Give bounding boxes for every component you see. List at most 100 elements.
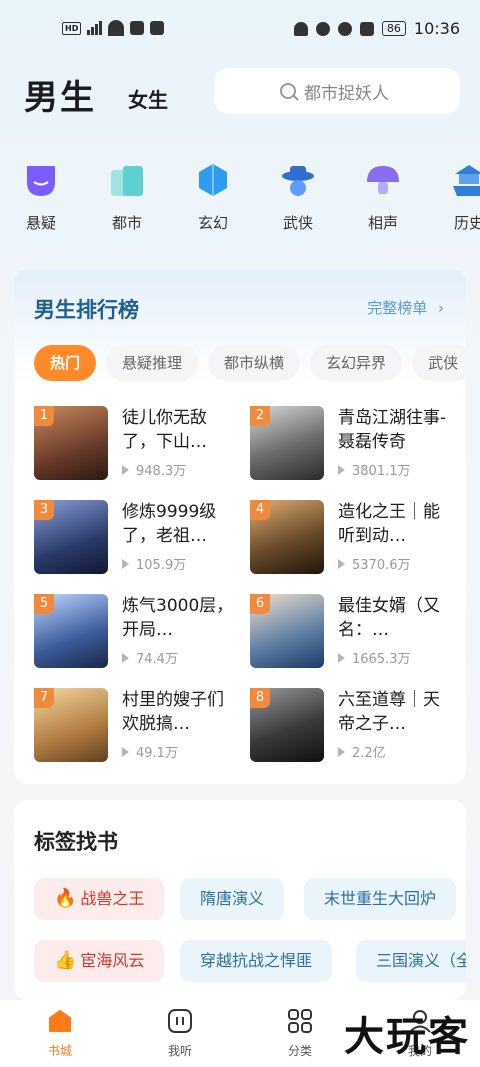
search-input[interactable]: 都市捉妖人 [214, 68, 460, 114]
search-placeholder: 都市捉妖人 [304, 83, 389, 104]
ranking-book[interactable]: 5 炼气3000层，开局… 74.4万 [34, 594, 244, 670]
tag-chip[interactable]: 👍 宦海风云 [34, 940, 165, 982]
play-count: 2.2亿 [338, 742, 386, 761]
book-title: 六至道尊｜天帝之子… [338, 690, 440, 734]
status-left: HD [62, 20, 165, 36]
book-title: 修炼9999级了，老祖… [122, 502, 217, 546]
signal-icon [87, 21, 103, 35]
mute-bell-icon [359, 21, 374, 36]
ranking-book[interactable]: 2 青岛江湖往事-聂磊传奇 3801.1万 [250, 406, 460, 482]
eye-icon [315, 21, 330, 36]
category-city[interactable]: 都市 [92, 160, 162, 233]
rank-number: 1 [34, 406, 54, 426]
nav-listen[interactable]: 我听 [140, 1008, 220, 1059]
book-title: 炼气3000层，开局… [122, 596, 234, 640]
battery-icon: 86 [381, 21, 406, 36]
full-ranking-label: 完整榜单 [367, 299, 428, 317]
play-count: 1665.3万 [338, 648, 411, 667]
category-label: 都市 [111, 214, 142, 232]
clock: 10:36 [413, 19, 460, 38]
ranking-book[interactable]: 7 村里的嫂子们欢脱搞… 49.1万 [34, 688, 244, 764]
play-icon [338, 559, 345, 569]
chevron-right-icon: › [438, 299, 444, 317]
rank-number: 4 [250, 500, 270, 520]
wifi-icon [108, 20, 125, 36]
tab-female[interactable]: 女生 [128, 84, 168, 113]
ranking-book[interactable]: 3 修炼9999级了，老祖… 105.9万 [34, 500, 244, 576]
mask-icon [27, 166, 55, 196]
book-title: 徒儿你无敌了，下山… [122, 408, 207, 452]
play-icon [338, 747, 345, 757]
status-bar: HD 86 10:36 [0, 0, 480, 58]
search-icon [280, 83, 296, 99]
book-title: 村里的嫂子们欢脱搞… [122, 690, 224, 734]
play-icon [122, 465, 129, 475]
category-crosstalk[interactable]: 相声 [348, 160, 418, 233]
alarm-icon [337, 21, 352, 36]
rank-number: 5 [34, 594, 54, 614]
ranking-book[interactable]: 1 徒儿你无敌了，下山… 948.3万 [34, 406, 244, 482]
nav-label: 书城 [47, 1044, 72, 1058]
rank-number: 2 [250, 406, 270, 426]
app-notify-icon [130, 21, 145, 35]
tag-search-card: 标签找书 🔥 战兽之王 隋唐演义 末世重生大回炉 👍 宦海风云 穿越抗战之悍匪 三国… [14, 800, 466, 1000]
city-icon [111, 166, 143, 196]
tag-chip[interactable]: 三国演义（全 [356, 940, 466, 982]
ranking-book[interactable]: 6 最佳女婿（又名：… 1665.3万 [250, 594, 460, 670]
category-label: 武侠 [282, 214, 313, 232]
category-label: 相声 [367, 214, 398, 232]
play-count: 5370.6万 [338, 554, 411, 573]
rank-number: 3 [34, 500, 54, 520]
tag-chip[interactable]: 🔥 战兽之王 [34, 878, 165, 920]
play-count: 74.4万 [122, 648, 178, 667]
status-right: 86 10:36 [293, 19, 460, 38]
tab-male[interactable]: 男生 [24, 70, 96, 119]
chip-fantasy[interactable]: 玄幻异界 [310, 345, 403, 381]
nav-label: 我听 [167, 1044, 192, 1058]
app-notify-icon-2 [150, 21, 165, 35]
play-icon [122, 559, 129, 569]
full-ranking-link[interactable]: 完整榜单 › [367, 297, 444, 318]
nav-category[interactable]: 分类 [260, 1008, 340, 1059]
play-icon [338, 465, 345, 475]
swordsman-hat-icon [282, 166, 314, 196]
play-icon [338, 653, 345, 663]
tag-chip[interactable]: 隋唐演义 [180, 878, 285, 920]
nav-label: 分类 [287, 1044, 312, 1058]
hd-icon: HD [62, 21, 82, 35]
category-row: 悬疑 都市 玄幻 武侠 相声 历史 [0, 160, 480, 240]
bookstore-icon [49, 1010, 71, 1032]
tag-chip[interactable]: 末世重生大回炉 [304, 878, 457, 920]
watermark-logo: 大玩客 [344, 1014, 470, 1060]
category-label: 悬疑 [25, 214, 56, 232]
chip-suspense[interactable]: 悬疑推理 [106, 345, 199, 381]
ranking-book[interactable]: 8 六至道尊｜天帝之子… 2.2亿 [250, 688, 460, 764]
category-suspense[interactable]: 悬疑 [6, 160, 76, 233]
play-count: 49.1万 [122, 742, 178, 761]
pagoda-icon [453, 165, 480, 196]
rank-number: 8 [250, 688, 270, 708]
book-title: 最佳女婿（又名：… [338, 596, 440, 640]
category-label: 历史 [453, 214, 480, 232]
chip-hot[interactable]: 热门 [34, 345, 97, 381]
play-count: 3801.1万 [338, 460, 411, 479]
book-title: 青岛江湖往事-聂磊传奇 [338, 408, 447, 452]
nav-bookstore[interactable]: 书城 [20, 1008, 100, 1059]
ranking-book[interactable]: 4 造化之王｜能听到动… 5370.6万 [250, 500, 460, 576]
category-label: 玄幻 [197, 214, 228, 232]
crystal-icon [199, 164, 227, 196]
fire-icon: 🔥 [54, 888, 77, 909]
ranking-title: 男生排行榜 [34, 298, 139, 322]
category-grid-icon [288, 1009, 312, 1033]
tag-search-title: 标签找书 [34, 830, 118, 854]
ranking-chips: 热门 悬疑推理 都市纵横 玄幻异界 武侠 [34, 345, 466, 381]
category-fantasy[interactable]: 玄幻 [178, 160, 248, 233]
chip-city[interactable]: 都市纵横 [208, 345, 301, 381]
tag-chip[interactable]: 穿越抗战之悍匪 [180, 940, 333, 982]
ranking-card: 男生排行榜 完整榜单 › 热门 悬疑推理 都市纵横 玄幻异界 武侠 1 徒儿你无… [14, 270, 466, 784]
play-icon [122, 653, 129, 663]
chip-wuxia[interactable]: 武侠 [412, 345, 466, 381]
category-history[interactable]: 历史 [434, 160, 480, 233]
play-count: 948.3万 [122, 460, 186, 479]
category-wuxia[interactable]: 武侠 [263, 160, 333, 233]
